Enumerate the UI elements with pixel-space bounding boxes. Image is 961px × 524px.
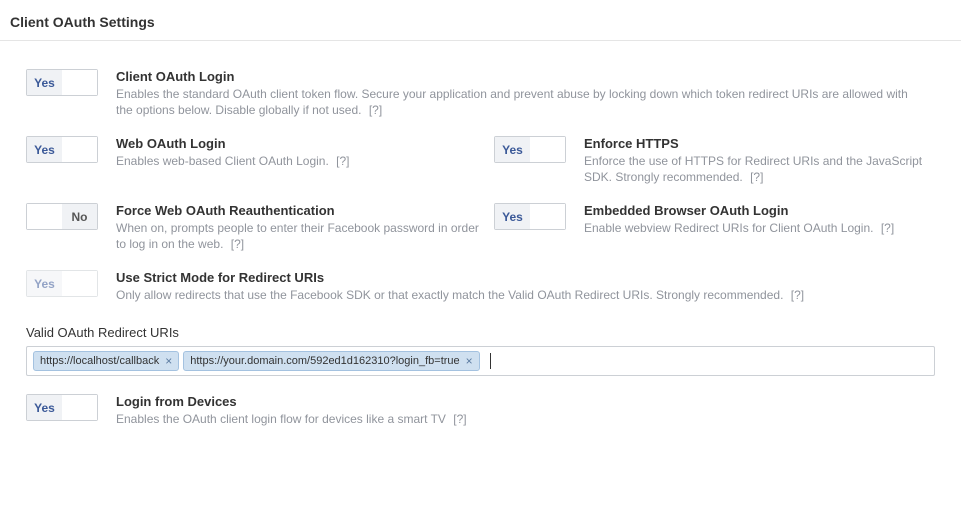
toggle-blank: [27, 204, 62, 229]
redirect-uri-text: https://your.domain.com/592ed1d162310?lo…: [190, 355, 459, 367]
toggle-label: Yes: [27, 271, 62, 296]
redirect-uri-tag[interactable]: https://your.domain.com/592ed1d162310?lo…: [183, 351, 479, 371]
login-from-devices-desc: Enables the OAuth client login flow for …: [116, 411, 486, 427]
client-oauth-login-toggle[interactable]: Yes: [26, 69, 98, 96]
help-icon[interactable]: [?]: [336, 153, 349, 169]
remove-uri-icon[interactable]: ×: [466, 355, 473, 367]
redirect-uri-tag[interactable]: https://localhost/callback ×: [33, 351, 179, 371]
web-oauth-login-desc: Enables web-based Client OAuth Login. [?…: [116, 153, 486, 169]
toggle-blank: [530, 137, 565, 162]
toggle-label: Yes: [27, 137, 62, 162]
embedded-browser-title: Embedded Browser OAuth Login: [584, 203, 927, 218]
toggle-blank: [530, 204, 565, 229]
toggle-blank: [62, 271, 97, 296]
force-reauth-toggle[interactable]: No: [26, 203, 98, 230]
embedded-browser-toggle[interactable]: Yes: [494, 203, 566, 230]
toggle-label: Yes: [495, 204, 530, 229]
login-from-devices-toggle[interactable]: Yes: [26, 394, 98, 421]
toggle-label: Yes: [27, 395, 62, 420]
client-oauth-login-desc: Enables the standard OAuth client token …: [116, 86, 927, 118]
strict-mode-desc: Only allow redirects that use the Facebo…: [116, 287, 927, 303]
toggle-label: Yes: [27, 70, 62, 95]
redirect-uris-label: Valid OAuth Redirect URIs: [26, 325, 935, 340]
toggle-blank: [62, 395, 97, 420]
enforce-https-title: Enforce HTTPS: [584, 136, 927, 151]
redirect-uris-input[interactable]: https://localhost/callback × https://you…: [26, 346, 935, 376]
toggle-label: No: [62, 204, 97, 229]
help-icon[interactable]: [?]: [881, 220, 894, 236]
strict-mode-toggle: Yes: [26, 270, 98, 297]
help-icon[interactable]: [?]: [791, 287, 804, 303]
toggle-blank: [62, 70, 97, 95]
web-oauth-login-title: Web OAuth Login: [116, 136, 486, 151]
help-icon[interactable]: [?]: [231, 236, 244, 252]
toggle-blank: [62, 137, 97, 162]
login-from-devices-title: Login from Devices: [116, 394, 486, 409]
help-icon[interactable]: [?]: [369, 102, 382, 118]
web-oauth-login-toggle[interactable]: Yes: [26, 136, 98, 163]
redirect-uri-text: https://localhost/callback: [40, 355, 159, 367]
remove-uri-icon[interactable]: ×: [165, 355, 172, 367]
help-icon[interactable]: [?]: [453, 411, 466, 427]
embedded-browser-desc: Enable webview Redirect URIs for Client …: [584, 220, 927, 236]
help-icon[interactable]: [?]: [750, 169, 763, 185]
toggle-label: Yes: [495, 137, 530, 162]
force-reauth-desc: When on, prompts people to enter their F…: [116, 220, 486, 252]
enforce-https-toggle[interactable]: Yes: [494, 136, 566, 163]
client-oauth-login-title: Client OAuth Login: [116, 69, 927, 84]
text-caret-icon: [490, 353, 491, 369]
strict-mode-title: Use Strict Mode for Redirect URIs: [116, 270, 927, 285]
force-reauth-title: Force Web OAuth Reauthentication: [116, 203, 486, 218]
page-title: Client OAuth Settings: [0, 0, 961, 41]
enforce-https-desc: Enforce the use of HTTPS for Redirect UR…: [584, 153, 927, 185]
